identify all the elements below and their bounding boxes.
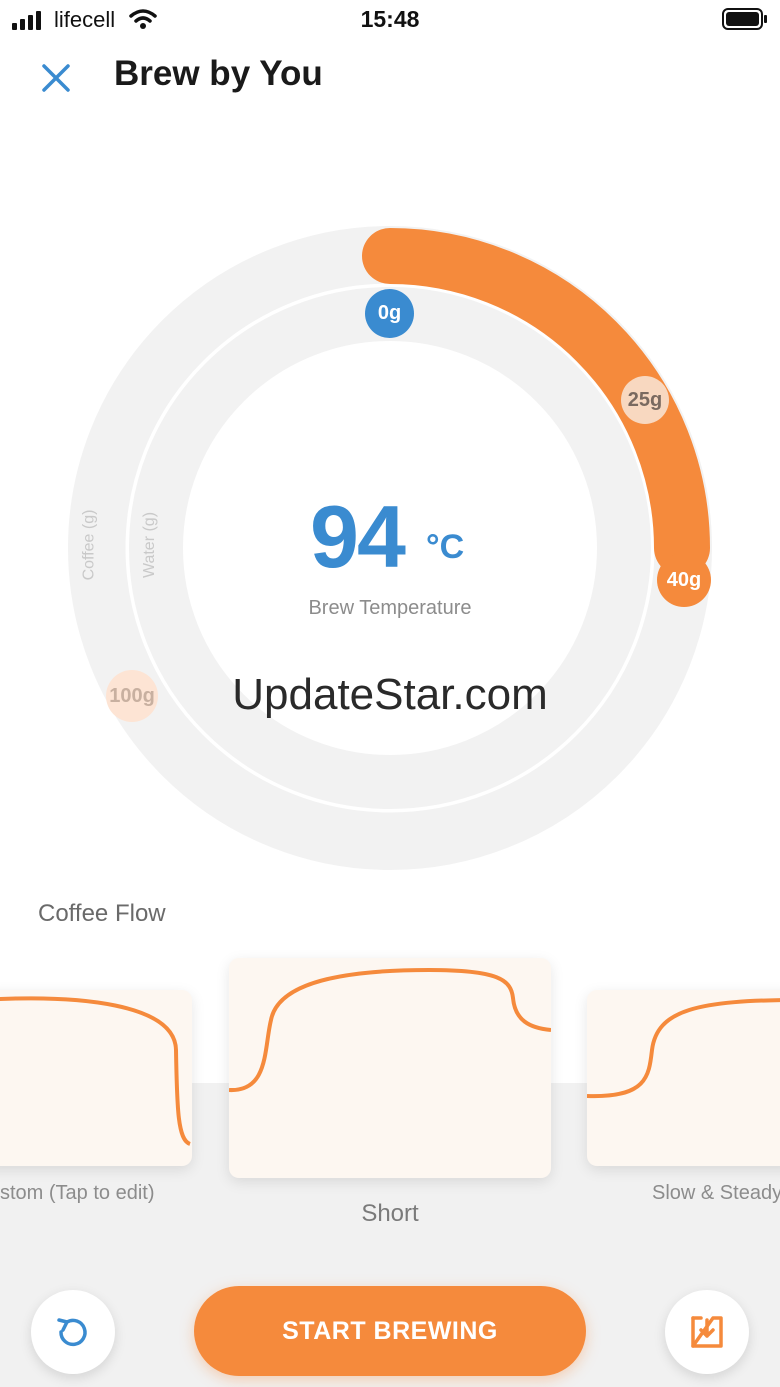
save-button[interactable] (665, 1290, 749, 1374)
start-brewing-button[interactable]: START BREWING (194, 1286, 586, 1376)
coffee-flow-title: Coffee Flow (38, 900, 166, 927)
temperature-unit: °C (426, 528, 465, 566)
water-ring-label: Water (g) (141, 511, 159, 579)
reset-button[interactable] (31, 1290, 115, 1374)
reset-icon (57, 1318, 87, 1347)
flow-card-short[interactable] (229, 958, 551, 1178)
marker-25g[interactable]: 25g (621, 376, 669, 424)
clock: 15:48 (360, 6, 420, 32)
close-icon (42, 64, 70, 92)
temperature-label: Brew Temperature (308, 597, 472, 619)
flow-curve-short (229, 967, 551, 1093)
coffee-ring-label: Coffee (g) (80, 509, 98, 581)
battery-icon (722, 8, 767, 30)
flow-curve-slow-steady (587, 998, 780, 1099)
flow-curve-custom (0, 996, 191, 1146)
save-icon (691, 1316, 723, 1348)
temperature-value[interactable]: 94 (310, 486, 406, 588)
page-title: Brew by You (114, 54, 323, 93)
status-bar: lifecell 15:48 (0, 0, 780, 40)
flow-card-slow-steady[interactable] (587, 990, 780, 1166)
flow-card-custom[interactable] (0, 990, 192, 1166)
watermark: UpdateStar.com (232, 670, 548, 719)
marker-0g[interactable]: 0g (365, 289, 414, 338)
flow-label-slow-steady[interactable]: Slow & Steady (652, 1182, 780, 1205)
close-button[interactable] (36, 58, 76, 98)
